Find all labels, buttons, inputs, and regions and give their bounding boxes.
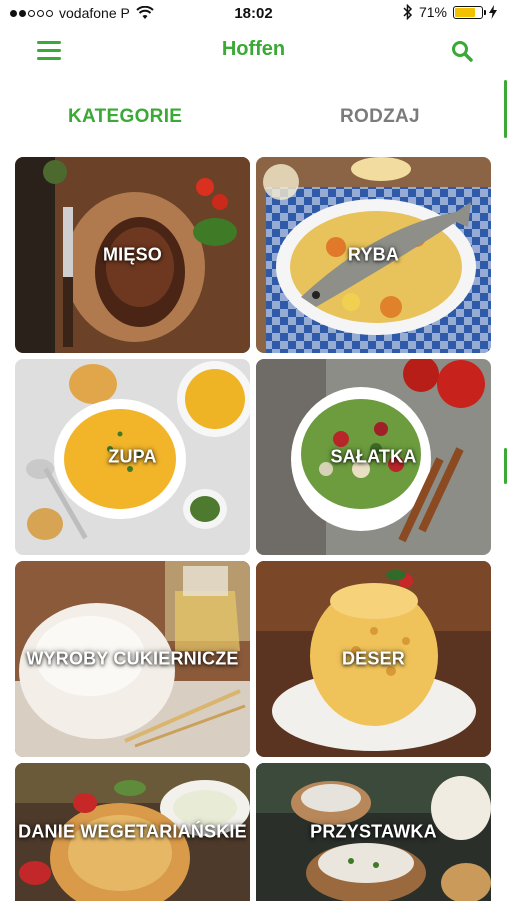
category-label: RYBA xyxy=(347,244,400,265)
status-bar: vodafone P 18:02 71% xyxy=(0,0,507,28)
battery-icon xyxy=(453,5,486,19)
category-tile-przystawka[interactable]: PRZYSTAWKA xyxy=(256,763,491,901)
category-tile-mieso[interactable]: MIĘSO xyxy=(15,157,250,353)
search-icon[interactable] xyxy=(451,40,473,62)
category-tile-ryba[interactable]: RYBA xyxy=(256,157,491,353)
app-title: Hoffen xyxy=(221,38,286,60)
category-label: MIĘSO xyxy=(102,244,162,265)
category-label: SAŁATKA xyxy=(330,446,417,467)
category-tabs: KATEGORIE RODZAJ xyxy=(0,96,507,140)
category-tile-deser[interactable]: DESER xyxy=(256,561,491,757)
tab-kategorie[interactable]: KATEGORIE xyxy=(68,106,182,128)
category-tile-zupa[interactable]: ZUPA xyxy=(15,359,250,555)
category-label: DANIE WEGETARIAŃSKIE xyxy=(18,821,247,842)
category-tile-salatka[interactable]: SAŁATKA xyxy=(256,359,491,555)
category-label: WYROBY CUKIERNICZE xyxy=(26,648,239,669)
category-tile-danie-wegetarianskie[interactable]: DANIE WEGETARIAŃSKIE xyxy=(15,763,250,901)
tab-rodzaj[interactable]: RODZAJ xyxy=(340,106,420,128)
category-label: DESER xyxy=(341,648,405,669)
bluetooth-icon xyxy=(403,4,413,20)
status-right: 71% xyxy=(403,4,497,20)
app-header: Hoffen xyxy=(0,28,507,76)
category-tile-wyroby-cukiernicze[interactable]: WYROBY CUKIERNICZE xyxy=(15,561,250,757)
category-label: PRZYSTAWKA xyxy=(310,821,437,842)
charging-icon xyxy=(489,5,497,19)
category-label: ZUPA xyxy=(108,446,157,467)
battery-percent: 71% xyxy=(418,4,447,20)
